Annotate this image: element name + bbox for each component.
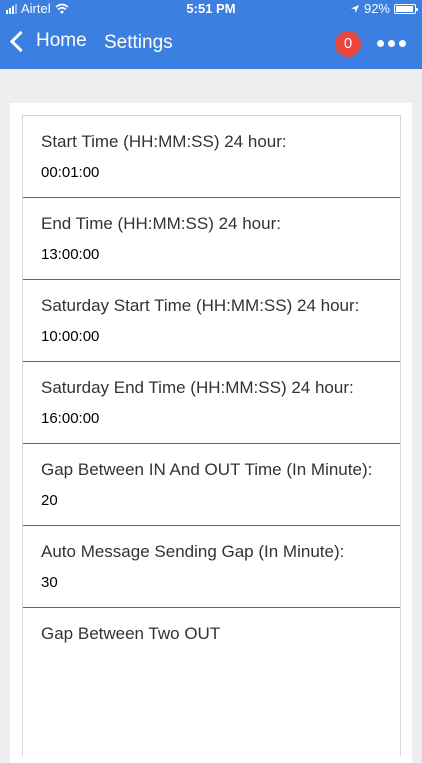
battery-icon <box>394 3 418 14</box>
setting-end-time[interactable]: End Time (HH:MM:SS) 24 hour: 13:00:00 <box>23 198 400 280</box>
battery-level <box>396 5 413 12</box>
settings-list: Start Time (HH:MM:SS) 24 hour: 00:01:00 … <box>22 115 401 756</box>
setting-two-out-gap[interactable]: Gap Between Two OUT <box>23 608 400 661</box>
setting-value: 20 <box>41 492 58 509</box>
setting-label: Start Time (HH:MM:SS) 24 hour: <box>41 132 287 151</box>
setting-start-time[interactable]: Start Time (HH:MM:SS) 24 hour: 00:01:00 <box>23 116 400 198</box>
setting-label: Auto Message Sending Gap (In Minute): <box>41 542 345 561</box>
chevron-left-icon <box>9 30 32 52</box>
back-label: Home <box>36 30 87 51</box>
status-right: 92% <box>350 1 418 16</box>
page-title: Settings <box>104 32 173 53</box>
setting-value: 10:00:00 <box>41 328 100 345</box>
setting-value: 00:01:00 <box>41 164 100 181</box>
setting-saturday-start-time[interactable]: Saturday Start Time (HH:MM:SS) 24 hour: … <box>23 280 400 362</box>
settings-panel: Start Time (HH:MM:SS) 24 hour: 00:01:00 … <box>10 103 412 763</box>
ellipsis-icon[interactable] <box>377 40 406 47</box>
setting-label: Saturday Start Time (HH:MM:SS) 24 hour: <box>41 296 360 315</box>
back-button[interactable]: Home <box>8 30 87 52</box>
setting-label: Gap Between Two OUT <box>41 624 221 643</box>
setting-in-out-gap[interactable]: Gap Between IN And OUT Time (In Minute):… <box>23 444 400 526</box>
battery-percent: 92% <box>363 1 390 16</box>
setting-value: 30 <box>41 574 58 591</box>
setting-label: Gap Between IN And OUT Time (In Minute): <box>41 460 373 479</box>
nav-bar: Home Settings 0 <box>0 18 422 69</box>
location-arrow-icon <box>350 4 359 13</box>
setting-value: 13:00:00 <box>41 246 100 263</box>
setting-label: Saturday End Time (HH:MM:SS) 24 hour: <box>41 378 354 397</box>
notification-badge[interactable]: 0 <box>335 31 361 57</box>
setting-value: 16:00:00 <box>41 410 100 427</box>
setting-auto-message-gap[interactable]: Auto Message Sending Gap (In Minute): 30 <box>23 526 400 608</box>
setting-label: End Time (HH:MM:SS) 24 hour: <box>41 214 281 233</box>
status-bar: Airtel 5:51 PM 92% <box>0 0 422 18</box>
setting-saturday-end-time[interactable]: Saturday End Time (HH:MM:SS) 24 hour: 16… <box>23 362 400 444</box>
